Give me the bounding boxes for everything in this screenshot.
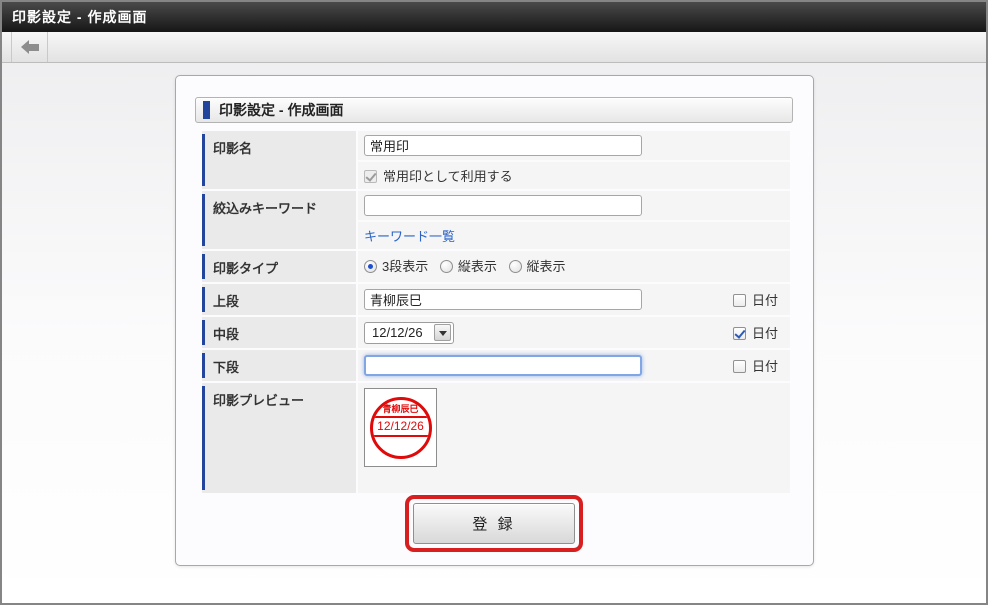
- seal-type-option-vertical-1[interactable]: 縦表示: [439, 259, 497, 274]
- middle-date-checkbox[interactable]: [732, 327, 746, 340]
- keyword-label: 絞込みキーワード: [202, 191, 356, 249]
- lower-date-checkbox[interactable]: [732, 360, 746, 373]
- panel-title: 印影設定 - 作成画面: [219, 102, 344, 118]
- toolbar: [2, 32, 986, 63]
- common-seal-checkbox: [364, 170, 377, 183]
- radio-label: 3段表示: [382, 259, 429, 274]
- form-table: 印影名 常用印として利用する 絞込みキーワード: [202, 131, 790, 495]
- middle-date-select-value: 12/12/26: [372, 325, 423, 340]
- stamp-preview: 青柳辰巳 12/12/26: [369, 396, 432, 459]
- row-upper: 上段 日付: [202, 284, 790, 315]
- middle-label: 中段: [202, 317, 356, 348]
- lower-date-option[interactable]: 日付: [732, 356, 778, 375]
- title-bar: 印影設定 - 作成画面: [2, 2, 986, 32]
- preview-label: 印影プレビュー: [202, 383, 356, 493]
- radio-icon[interactable]: [439, 260, 453, 273]
- stamp-upper-text: 青柳辰巳: [382, 403, 419, 414]
- header-accent-bar: [203, 101, 210, 119]
- seal-name-label: 印影名: [202, 131, 356, 189]
- register-button[interactable]: 登 録: [413, 503, 575, 544]
- dropdown-arrow-icon[interactable]: [434, 324, 451, 341]
- upper-date-option[interactable]: 日付: [732, 290, 778, 309]
- upper-date-checkbox[interactable]: [732, 294, 746, 307]
- app-window: 印影設定 - 作成画面 印影設定 - 作成画面 印影名 常用印として利用する: [0, 0, 988, 605]
- row-lower: 下段 日付: [202, 350, 790, 381]
- middle-date-option[interactable]: 日付: [732, 323, 778, 342]
- lower-label: 下段: [202, 350, 356, 381]
- window-title: 印影設定 - 作成画面: [12, 9, 148, 25]
- keyword-input[interactable]: [364, 195, 642, 216]
- upper-date-label: 日付: [751, 293, 778, 308]
- stamp-lower-section: [373, 437, 429, 456]
- lower-date-label: 日付: [751, 359, 778, 374]
- back-arrow-icon: [20, 39, 39, 54]
- radio-label: 縦表示: [457, 259, 497, 274]
- stamp-middle-text: 12/12/26: [372, 415, 429, 437]
- seal-type-option-3dan[interactable]: 3段表示: [364, 259, 428, 274]
- middle-date-label: 日付: [751, 326, 778, 341]
- upper-label: 上段: [202, 284, 356, 315]
- lower-input[interactable]: [364, 355, 642, 376]
- back-button[interactable]: [11, 32, 48, 62]
- form-panel: 印影設定 - 作成画面 印影名 常用印として利用する 絞込みキーワード: [175, 75, 814, 566]
- row-seal-type: 印影タイプ 3段表示 縦表示 縦表示: [202, 251, 790, 282]
- common-seal-checkbox-label: 常用印として利用する: [383, 169, 513, 184]
- seal-name-input[interactable]: [364, 135, 642, 156]
- keyword-list-link[interactable]: キーワード一覧: [364, 229, 455, 244]
- row-keyword: 絞込みキーワード キーワード一覧: [202, 191, 790, 249]
- radio-icon[interactable]: [364, 260, 377, 273]
- middle-date-select[interactable]: 12/12/26: [364, 321, 454, 344]
- row-middle: 中段 12/12/26 日付: [202, 317, 790, 348]
- seal-type-option-vertical-2[interactable]: 縦表示: [508, 259, 566, 274]
- stamp-preview-box: 青柳辰巳 12/12/26: [364, 388, 437, 467]
- radio-icon[interactable]: [508, 260, 522, 273]
- radio-label: 縦表示: [526, 259, 566, 274]
- panel-header: 印影設定 - 作成画面: [195, 97, 793, 123]
- seal-type-label: 印影タイプ: [202, 251, 356, 282]
- row-seal-name: 印影名 常用印として利用する: [202, 131, 790, 189]
- upper-input[interactable]: [364, 289, 642, 310]
- row-preview: 印影プレビュー 青柳辰巳 12/12/26: [202, 383, 790, 493]
